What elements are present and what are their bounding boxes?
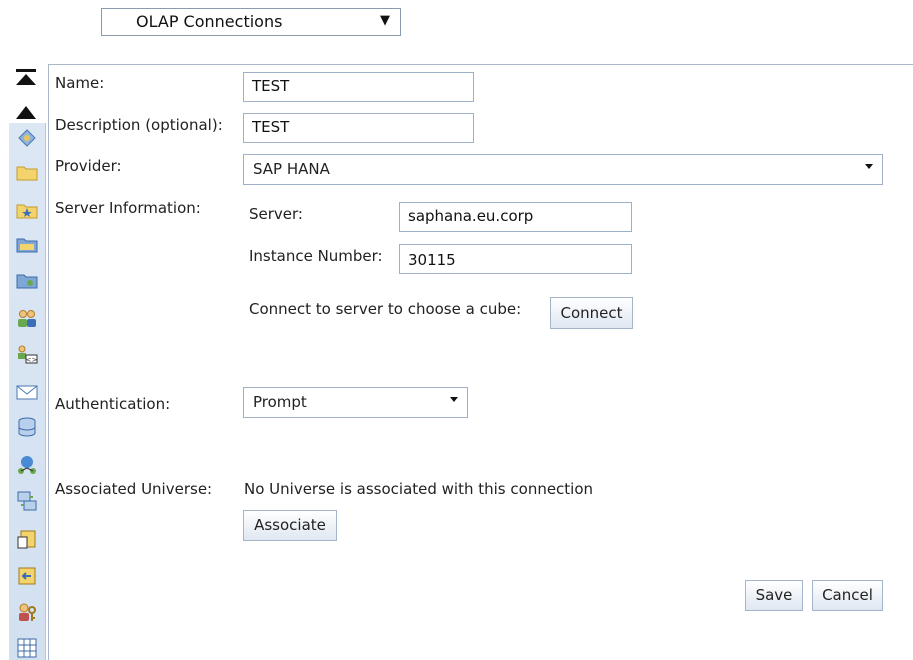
cube-icon[interactable] <box>15 527 39 551</box>
universe-status-text: No Universe is associated with this conn… <box>244 480 594 498</box>
database-icon[interactable] <box>15 415 39 439</box>
description-input[interactable]: TEST <box>243 113 474 143</box>
view-selector[interactable]: OLAP Connections ▼ <box>101 8 401 36</box>
folder-icon[interactable] <box>15 160 39 184</box>
provider-select[interactable]: SAP HANA <box>243 154 883 185</box>
cancel-button[interactable]: Cancel <box>812 580 883 611</box>
authentication-select[interactable]: Prompt <box>243 387 468 418</box>
favorites-folder-icon[interactable] <box>15 198 39 222</box>
authentication-label: Authentication: <box>55 395 171 413</box>
authentication-select-value: Prompt <box>253 393 307 411</box>
personal-folder-icon[interactable] <box>15 269 39 293</box>
connection-icon[interactable] <box>15 126 39 150</box>
left-toolbar: <> <box>9 123 46 660</box>
server-label: Server: <box>249 205 303 223</box>
scroll-to-top-icon[interactable] <box>15 68 37 88</box>
view-selector-value: OLAP Connections <box>136 12 283 31</box>
network-icon[interactable] <box>15 453 39 477</box>
users-icon[interactable] <box>15 306 39 330</box>
name-label: Name: <box>55 74 105 92</box>
replication-icon[interactable] <box>15 489 39 513</box>
key-user-icon[interactable] <box>15 600 39 624</box>
provider-label: Provider: <box>55 157 122 175</box>
description-label: Description (optional): <box>55 116 223 134</box>
associate-button[interactable]: Associate <box>243 510 337 541</box>
name-input[interactable]: TEST <box>243 72 474 102</box>
instance-number-input[interactable]: 30115 <box>399 244 632 274</box>
connect-button[interactable]: Connect <box>550 297 633 329</box>
connect-prompt: Connect to server to choose a cube: <box>249 300 522 318</box>
chevron-down-icon <box>450 397 458 402</box>
provider-select-value: SAP HANA <box>253 160 330 178</box>
inbox-folder-icon[interactable] <box>15 233 39 257</box>
associated-universe-label: Associated Universe: <box>55 480 213 498</box>
grid-icon[interactable] <box>15 636 39 660</box>
panel-border-top <box>48 64 913 65</box>
server-input[interactable]: saphana.eu.corp <box>399 202 632 232</box>
chevron-down-icon: ▼ <box>380 13 390 28</box>
mail-icon[interactable] <box>15 380 39 404</box>
import-icon[interactable] <box>15 564 39 588</box>
save-button[interactable]: Save <box>745 580 803 611</box>
chevron-down-icon <box>865 164 873 169</box>
panel-border-left <box>48 64 49 660</box>
server-information-label: Server Information: <box>55 199 201 217</box>
user-properties-icon[interactable]: <> <box>15 342 39 366</box>
instance-number-label: Instance Number: <box>249 247 383 265</box>
scroll-up-icon[interactable] <box>15 105 37 121</box>
svg-text:<>: <> <box>26 356 38 364</box>
